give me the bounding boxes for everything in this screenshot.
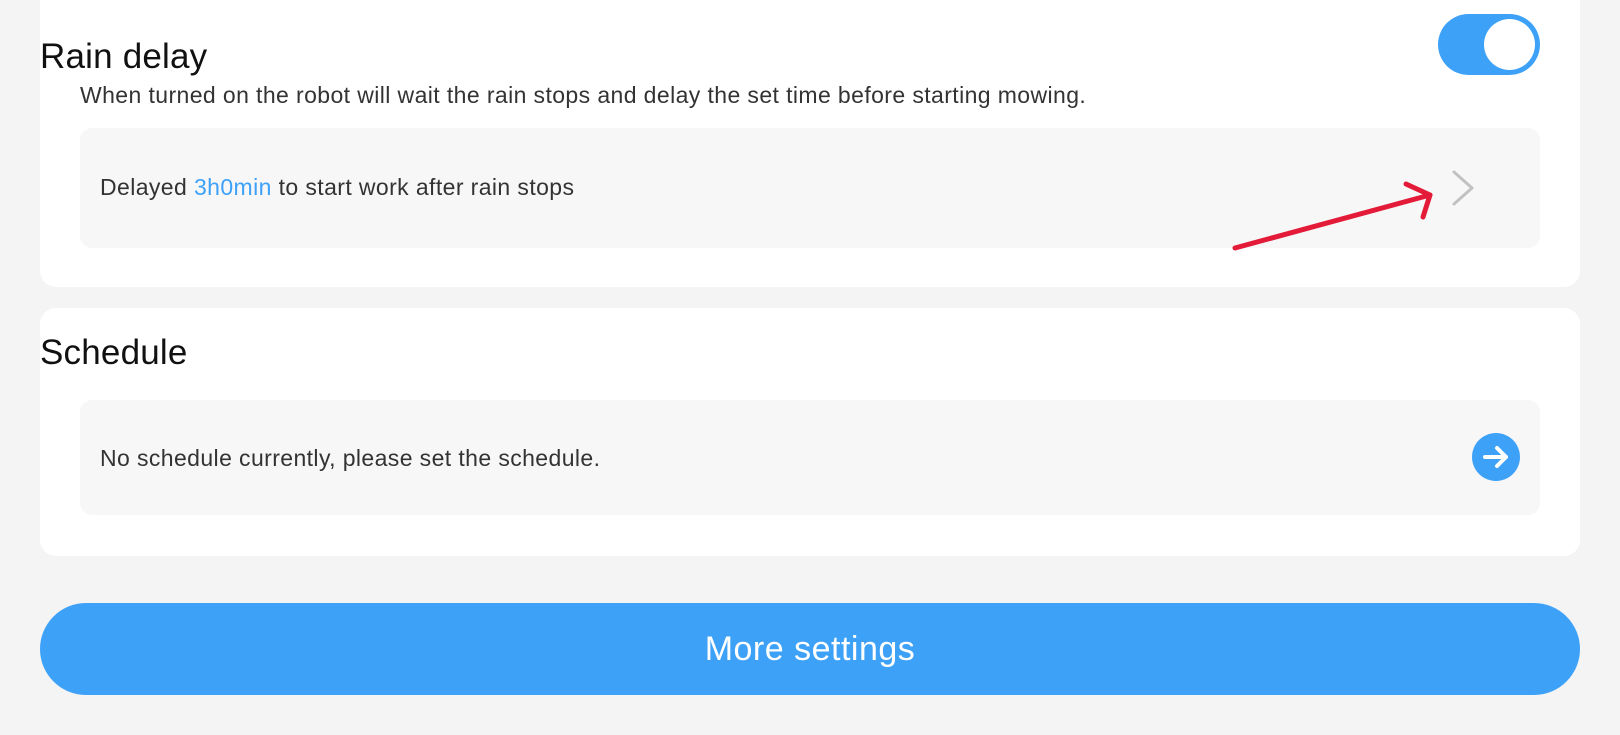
arrow-right-circle-icon[interactable] [1472, 433, 1520, 481]
more-settings-button[interactable]: More settings [40, 603, 1580, 695]
schedule-empty-text: No schedule currently, please set the sc… [100, 445, 601, 471]
schedule-row[interactable]: No schedule currently, please set the sc… [80, 400, 1540, 515]
delay-value: 3h0min [193, 174, 272, 200]
chevron-right-icon[interactable] [1442, 166, 1482, 210]
rain-delay-time-text: Delayed 3h0min to start work after rain … [100, 174, 574, 201]
rain-delay-time-row[interactable]: Delayed 3h0min to start work after rain … [80, 128, 1540, 248]
toggle-knob [1484, 19, 1535, 70]
rain-delay-description: When turned on the robot will wait the r… [80, 82, 1087, 108]
schedule-title: Schedule [40, 333, 188, 372]
delay-prefix: Delayed [100, 174, 194, 200]
rain-delay-toggle[interactable] [1438, 14, 1540, 75]
delay-suffix: to start work after rain stops [271, 174, 575, 200]
rain-delay-title: Rain delay [40, 37, 208, 76]
